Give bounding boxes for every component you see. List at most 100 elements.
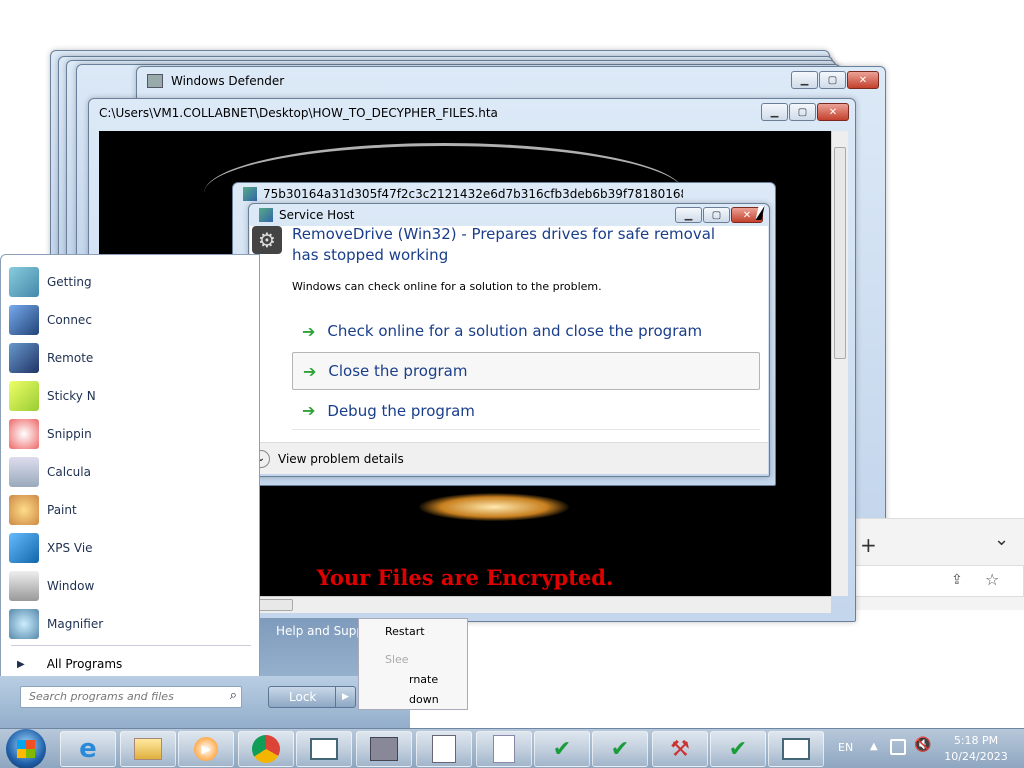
hibernate-item[interactable]: rnate [409,673,438,686]
error-subtext: Windows can check online for a solution … [292,280,602,293]
check-online-option[interactable]: ➔ Check online for a solution and close … [292,312,760,350]
hta-titlebar[interactable]: C:\Users\VM1.COLLABNET\Desktop\HOW_TO_DE… [89,99,855,127]
fax-icon [9,571,39,601]
shutdown-item[interactable]: down [409,693,439,706]
maximize-button[interactable]: ▢ [789,103,816,121]
service-host-dialog[interactable]: Service Host ▁ ▢ ✕ ⚙ RemoveDrive (Win32)… [248,203,770,477]
clock[interactable]: 5:18 PM 10/24/2023 [936,733,1016,765]
minimize-button[interactable]: ▁ [675,207,702,223]
option-label: Check online for a solution and close th… [327,322,703,340]
start-item-paint[interactable]: Paint [9,493,259,527]
maximize-button[interactable]: ▢ [703,207,730,223]
arrow-right-icon: ➔ [303,361,317,381]
show-hidden-icons-button[interactable]: ▲ [870,741,878,752]
warning-check-icon: ✔ [728,736,748,762]
start-item-remote-desktop[interactable]: Remote [9,341,259,375]
view-details-label: View problem details [278,452,404,466]
taskbar-window-1[interactable] [296,731,352,767]
castle-icon [147,74,163,88]
hta-title: C:\Users\VM1.COLLABNET\Desktop\HOW_TO_DE… [99,106,498,120]
debug-program-option[interactable]: ➔ Debug the program [292,392,760,430]
language-indicator[interactable]: EN [838,741,853,754]
start-item-label: Paint [47,503,77,517]
paint-palette-icon [9,495,39,525]
lock-button[interactable]: Lock ▶ [268,686,356,708]
power-submenu: Restart Slee rnate down [358,618,468,710]
tab-list-button[interactable]: ⌄ [994,529,1009,550]
start-item-xps-viewer[interactable]: XPS Vie [9,531,259,565]
minimize-button[interactable]: ▁ [791,71,818,89]
arrow-right-icon: ➔ [302,401,316,420]
start-item-snipping-tool[interactable]: Snippin [9,417,259,451]
hta-icon [432,735,456,763]
taskbar-warning-1[interactable]: ✔ [534,731,590,767]
start-item-windows-fax[interactable]: Window [9,569,259,603]
taskbar-window-2[interactable] [768,731,824,767]
start-item-magnifier[interactable]: Magnifier [9,607,259,641]
start-item-label: Calcula [47,465,91,479]
arrow-right-icon: ➔ [302,321,316,341]
sticky-notes-icon [9,381,39,411]
taskbar-ie[interactable]: e [60,731,116,767]
minimize-button[interactable]: ▁ [761,103,788,121]
dialog-body: ⚙ RemoveDrive (Win32) - Prepares drives … [250,225,768,442]
start-item-sticky-notes[interactable]: Sticky N [9,379,259,413]
taskbar-warning-2[interactable]: ✔ [592,731,648,767]
internet-explorer-icon: e [79,734,97,764]
scissors-icon [9,419,39,449]
all-programs-label: All Programs [46,657,123,671]
network-icon[interactable] [890,739,906,755]
windows-logo-icon [17,740,35,758]
close-program-option[interactable]: ➔ Close the program [292,352,760,390]
taskbar-warning-3[interactable]: ✔ [710,731,766,767]
lock-label: Lock [289,690,317,704]
taskbar-blank-file[interactable] [476,731,532,767]
option-label: Debug the program [327,401,475,420]
monitor-icon [9,305,39,335]
scroll-thumb[interactable] [834,147,846,359]
star-icon[interactable]: ☆ [985,570,999,589]
volume-muted-icon[interactable]: 🔇 [914,737,931,753]
start-item-label: Connec [47,313,92,327]
start-item-label: Window [47,579,95,593]
view-details-toggle[interactable]: ⌄ View problem details [252,450,404,468]
magnifier-icon [9,609,39,639]
restart-item[interactable]: Restart [385,625,425,638]
taskbar-explorer[interactable] [120,731,176,767]
close-button[interactable]: ✕ [847,71,879,89]
chrome-icon [252,735,280,763]
start-item-label: Magnifier [47,617,104,631]
dialog-footer: ⌄ View problem details [250,442,768,474]
malware-titlebar[interactable]: 75b30164a31d305f47f2c3c2121432e6d7b316cf… [233,183,775,205]
start-item-label: Remote [47,351,94,365]
taskbar-defender[interactable] [356,731,412,767]
sleep-item[interactable]: Slee [385,653,409,666]
taskbar-hta[interactable] [416,731,472,767]
address-bar[interactable]: ⇪ ☆ [850,565,1024,597]
taskbar-tools[interactable]: ⚒ [652,731,708,767]
vertical-scrollbar[interactable] [831,131,848,596]
defender-title: Windows Defender [171,74,285,88]
start-item-label: Snippin [47,427,92,441]
glow-image [419,493,569,521]
start-item-connect-projector[interactable]: Connec [9,303,259,337]
new-tab-button[interactable]: + [860,533,877,557]
start-item-label: Sticky N [47,389,96,403]
start-search-input[interactable]: Search programs and files ⌕ [20,686,242,708]
taskbar-chrome[interactable] [238,731,294,767]
gear-icon: ⚙ [252,226,282,254]
defender-titlebar[interactable]: Windows Defender [137,67,885,95]
start-button[interactable] [6,729,46,768]
warning-check-icon: ✔ [552,736,572,762]
triangle-right-icon: ▶ [17,658,25,670]
taskbar-media-player[interactable]: ▶ [178,731,234,767]
share-icon[interactable]: ⇪ [951,572,963,588]
warning-check-icon: ✔ [610,736,630,762]
maximize-button[interactable]: ▢ [819,71,846,89]
start-item-calculator[interactable]: Calcula [9,455,259,489]
close-button[interactable]: ✕ [817,103,849,121]
file-icon [493,735,515,763]
remote-desktop-icon [9,343,39,373]
xps-viewer-icon [9,533,39,563]
start-item-getting-started[interactable]: Getting [9,265,259,299]
